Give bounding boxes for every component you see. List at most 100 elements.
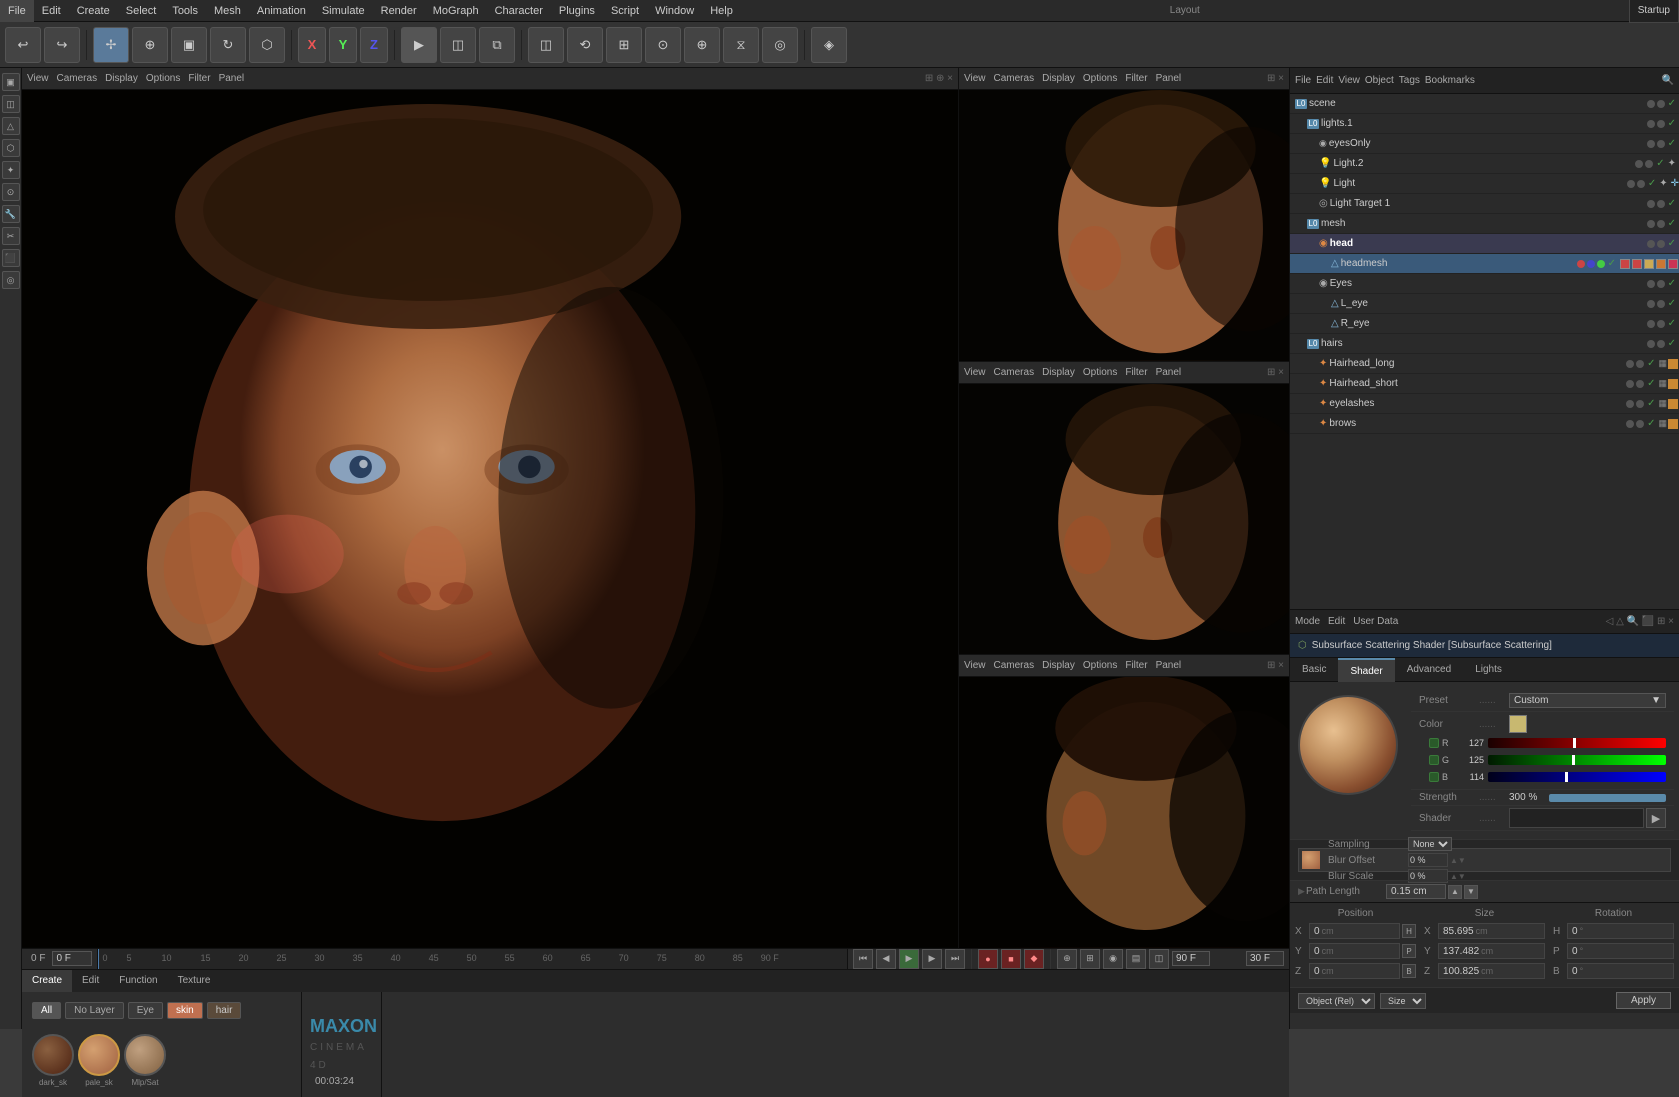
tl-prev-frame[interactable]: ◀ (876, 949, 896, 969)
size-z-box[interactable]: 100.825 cm (1438, 963, 1545, 979)
shader-tab-lights[interactable]: Lights (1463, 658, 1514, 682)
ch-g-handle[interactable] (1572, 755, 1575, 765)
axis-btn[interactable]: ⊙ (645, 27, 681, 63)
strength-bar[interactable] (1549, 794, 1666, 802)
pos-x-btn[interactable]: H (1402, 924, 1416, 938)
menu-window[interactable]: Window (647, 0, 702, 22)
obj-vis-eyesonly[interactable]: ✓ (1668, 138, 1676, 149)
tl-record-red[interactable]: ● (978, 949, 998, 969)
props-userdata[interactable]: User Data (1353, 616, 1398, 627)
left-icon-9[interactable]: ⬛ (2, 249, 20, 267)
grid-btn[interactable]: ⊞ (606, 27, 642, 63)
pos-x-box[interactable]: 0 cm (1309, 923, 1400, 939)
left-icon-10[interactable]: ◎ (2, 271, 20, 289)
obj-hairs-layer[interactable]: L0 hairs ✓ (1290, 334, 1679, 354)
obj-hairhead-short[interactable]: ✦ Hairhead_short ✓ ▦ (1290, 374, 1679, 394)
render-btn[interactable]: ▶ (401, 27, 437, 63)
mat-icon-pale-skin[interactable] (78, 1034, 120, 1076)
tl-to-end[interactable]: ⏭ (945, 949, 965, 969)
y-axis-btn[interactable]: Y (329, 27, 357, 63)
mat-tag-2[interactable] (1632, 259, 1642, 269)
vp-br-view[interactable]: View (964, 660, 986, 671)
tl-stop[interactable]: ■ (1001, 949, 1021, 969)
vp-mr-panel[interactable]: Panel (1156, 367, 1182, 378)
hair-mat-brows[interactable] (1668, 419, 1678, 429)
obj-tb-file[interactable]: File (1295, 75, 1311, 86)
btab-function[interactable]: Function (109, 970, 167, 992)
rot-y-box[interactable]: 0 ° (1567, 943, 1674, 959)
mat-tag-4[interactable] (1656, 259, 1666, 269)
blur-offset-input[interactable] (1408, 853, 1448, 867)
redo-btn[interactable]: ↪ (44, 27, 80, 63)
vp-mr-filter[interactable]: Filter (1125, 367, 1147, 378)
ch-b-handle[interactable] (1565, 772, 1568, 782)
menu-edit[interactable]: Edit (34, 0, 69, 22)
render-all-btn[interactable]: ⧉ (479, 27, 515, 63)
vp-mr-cameras[interactable]: Cameras (994, 367, 1035, 378)
mv-filter[interactable]: Filter (188, 73, 210, 84)
left-icon-3[interactable]: △ (2, 117, 20, 135)
mv-options[interactable]: Options (146, 73, 180, 84)
vp-br-options[interactable]: Options (1083, 660, 1117, 671)
obj-vis-hairs[interactable]: ✓ (1668, 338, 1676, 349)
obj-vis-headmesh[interactable]: ✓ (1608, 258, 1616, 269)
tl-layers[interactable]: ▤ (1126, 949, 1146, 969)
anim-btn[interactable]: ◈ (811, 27, 847, 63)
obj-leye[interactable]: △ L_eye ✓ (1290, 294, 1679, 314)
left-icon-8[interactable]: ✂ (2, 227, 20, 245)
obj-vis-light[interactable]: ✓ (1648, 178, 1656, 189)
vp-mr-view[interactable]: View (964, 367, 986, 378)
vp-tr-cameras[interactable]: Cameras (994, 73, 1035, 84)
x-axis-btn[interactable]: X (298, 27, 326, 63)
vp-mr-canvas[interactable] (959, 384, 1289, 655)
tl-auto[interactable]: ◆ (1024, 949, 1044, 969)
pos-y-box[interactable]: 0 cm (1309, 943, 1400, 959)
obj-eyes-group[interactable]: ◉ Eyes ✓ (1290, 274, 1679, 294)
obj-headmesh[interactable]: △ headmesh ✓ (1290, 254, 1679, 274)
props-edit[interactable]: Edit (1328, 616, 1345, 627)
ch-b-slider[interactable] (1488, 772, 1666, 782)
pos-z-btn[interactable]: B (1402, 964, 1416, 978)
apply-button[interactable]: Apply (1616, 992, 1671, 1009)
obj-light2[interactable]: 💡 Light.2 ✓ ✦ (1290, 154, 1679, 174)
mat-tag-3[interactable] (1644, 259, 1654, 269)
ch-r-slider[interactable] (1488, 738, 1666, 748)
select-tool[interactable]: ✢ (93, 27, 129, 63)
menu-tools[interactable]: Tools (164, 0, 206, 22)
layer-all[interactable]: All (32, 1002, 61, 1019)
tl-current-input[interactable] (52, 951, 92, 966)
vp-br-cameras[interactable]: Cameras (994, 660, 1035, 671)
layer-skin[interactable]: skin (167, 1002, 203, 1019)
obj-search-icon[interactable]: 🔍 (1662, 75, 1674, 86)
vp-mr-options[interactable]: Options (1083, 367, 1117, 378)
layer-hair[interactable]: hair (207, 1002, 242, 1019)
shader-preview-sphere[interactable] (1298, 695, 1398, 795)
shader-tab-advanced[interactable]: Advanced (1395, 658, 1463, 682)
btab-texture[interactable]: Texture (168, 970, 221, 992)
tl-fps-input[interactable] (1246, 951, 1284, 966)
rotate-tool[interactable]: ↻ (210, 27, 246, 63)
path-length-input[interactable] (1386, 884, 1446, 899)
sync-btn[interactable]: ⟲ (567, 27, 603, 63)
hair-mat-short[interactable] (1668, 379, 1678, 389)
shader-box[interactable] (1509, 808, 1644, 828)
obj-vis-mesh[interactable]: ✓ (1668, 218, 1676, 229)
vp-br-display[interactable]: Display (1042, 660, 1075, 671)
mat-tag-5[interactable] (1668, 259, 1678, 269)
obj-vis-scene[interactable]: ✓ (1668, 98, 1676, 109)
obj-reye[interactable]: △ R_eye ✓ (1290, 314, 1679, 334)
obj-vis-light-target1[interactable]: ✓ (1668, 198, 1676, 209)
left-icon-4[interactable]: ⬡ (2, 139, 20, 157)
mat-tag-1[interactable] (1620, 259, 1630, 269)
coord-mode-dropdown[interactable]: Object (Rel) (1298, 993, 1375, 1009)
obj-light-target1[interactable]: ◎ Light Target 1 ✓ (1290, 194, 1679, 214)
obj-hairhead-long[interactable]: ✦ Hairhead_long ✓ ▦ (1290, 354, 1679, 374)
left-icon-2[interactable]: ◫ (2, 95, 20, 113)
obj-vis-hairshort[interactable]: ✓ (1647, 378, 1655, 389)
viewport-btn1[interactable]: ◫ (528, 27, 564, 63)
rot-x-box[interactable]: 0 ° (1567, 923, 1674, 939)
obj-tb-edit[interactable]: Edit (1316, 75, 1333, 86)
tl-next-frame[interactable]: ▶ (922, 949, 942, 969)
obj-lights1[interactable]: L0 lights.1 ✓ (1290, 114, 1679, 134)
vp-mr-display[interactable]: Display (1042, 367, 1075, 378)
